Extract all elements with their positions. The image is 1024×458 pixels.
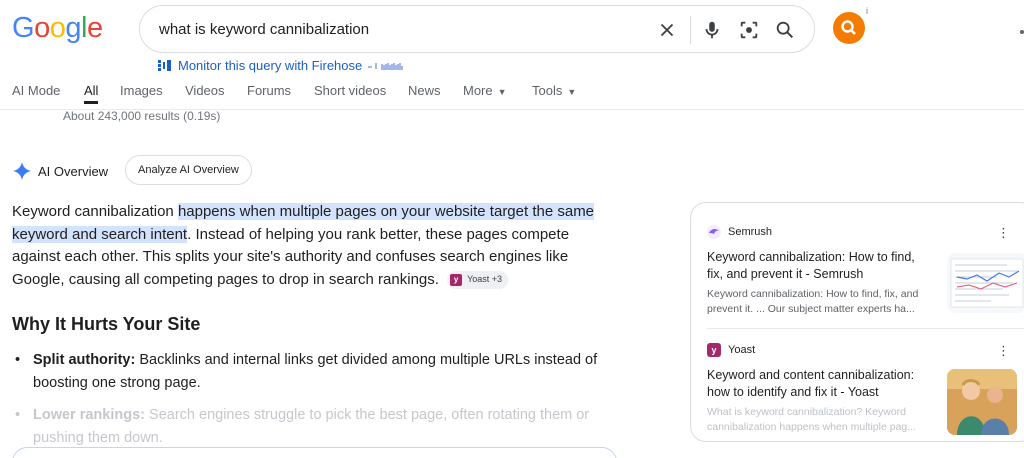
search-input[interactable]: what is keyword cannibalization (159, 21, 369, 38)
tab-images[interactable]: Images (120, 83, 163, 98)
ai-overview-paragraph: Keyword cannibalization happens when mul… (12, 201, 617, 291)
chart-thumbnail-image (950, 258, 1024, 308)
tab-news[interactable]: News (408, 83, 441, 98)
ai-overview-title: AI Overview (38, 163, 109, 179)
tab-ai-mode[interactable]: AI Mode (12, 83, 60, 98)
close-icon[interactable] (656, 19, 678, 41)
yoast-logo-icon: y (450, 273, 463, 286)
tab-more-label: More (463, 83, 493, 98)
tab-all[interactable]: All (84, 83, 98, 98)
search-tabs: AI Mode All Images Videos Forums Short v… (0, 82, 1024, 110)
search-icon (841, 20, 856, 35)
source-header: y Yoast (707, 343, 1024, 357)
firehose-link[interactable]: Monitor this query with Firehose (158, 58, 418, 73)
tab-forums[interactable]: Forums (247, 83, 291, 98)
yoast-logo-icon: y (707, 343, 721, 357)
search-divider (690, 16, 691, 44)
logo-letter: g (65, 12, 81, 44)
semrush-logo-icon (707, 225, 721, 239)
para-start: Keyword cannibalization (12, 203, 178, 220)
firehose-label: Monitor this query with Firehose (178, 58, 363, 73)
search-box[interactable]: what is keyword cannibalization (139, 5, 815, 53)
user-avatar[interactable] (833, 12, 865, 44)
caret-down-icon: ▼ (497, 87, 507, 97)
bullet-term: Lower rankings: (33, 407, 145, 423)
bullet-term: Split authority: (33, 352, 136, 368)
logo-letter: o (49, 12, 66, 44)
bullet-list: Split authority: Backlinks and internal … (12, 349, 622, 458)
more-options-icon[interactable]: ⋮ (997, 226, 1010, 239)
show-more-button[interactable] (12, 447, 617, 458)
source-chip-label: Yoast +3 (467, 274, 503, 285)
semrush-thumbnail (947, 253, 1024, 313)
source-header: Semrush (707, 225, 1024, 239)
analyze-ai-overview-button[interactable]: Analyze AI Overview (125, 155, 252, 185)
source-divider (707, 328, 1024, 329)
gemini-sparkle-icon (13, 162, 31, 180)
logo-letter: o (34, 12, 50, 44)
more-options-icon[interactable]: ⋮ (997, 344, 1010, 357)
tab-tools-label: Tools (532, 83, 563, 98)
list-item: Split authority: Backlinks and internal … (12, 349, 622, 395)
google-logo[interactable]: Google (12, 12, 103, 45)
yoast-thumbnail (947, 369, 1017, 435)
source-snippet: What is keyword cannibalization? Keyword… (707, 406, 916, 433)
source-title[interactable]: Keyword cannibalization: How to find, fi… (707, 249, 929, 283)
sources-panel: Semrush Keyword cannibalization: How to … (690, 202, 1024, 442)
ai-overview-header: AI Overview (12, 156, 108, 186)
caret-down-icon: ▼ (567, 87, 577, 97)
firehose-icon (158, 60, 171, 71)
sparkline-icon (368, 62, 403, 70)
mic-icon[interactable] (701, 19, 723, 41)
source-site-name: Yoast (728, 344, 756, 356)
source-chip[interactable]: y Yoast +3 (447, 270, 509, 289)
section-heading: Why It Hurts Your Site (12, 314, 201, 334)
search-icon[interactable] (774, 19, 796, 41)
source-site-name: Semrush (728, 226, 773, 238)
lens-icon[interactable] (738, 19, 760, 41)
list-item: Lower rankings: Search engines struggle … (12, 404, 622, 450)
logo-letter: G (12, 12, 35, 44)
source-snippet: Keyword cannibalization: How to find, fi… (707, 288, 919, 315)
tab-more[interactable]: More ▼ (463, 83, 507, 98)
logo-letter: e (86, 12, 103, 44)
apps-menu-icon[interactable] (1020, 30, 1024, 34)
people-photo-image (947, 369, 1017, 435)
info-icon[interactable]: i (866, 6, 868, 16)
tab-tools[interactable]: Tools ▼ (532, 83, 576, 98)
results-count: About 243,000 results (0.19s) (63, 109, 221, 123)
tab-videos[interactable]: Videos (185, 83, 225, 98)
source-title[interactable]: Keyword and content cannibalization: how… (707, 367, 929, 401)
tab-short-videos[interactable]: Short videos (314, 83, 386, 98)
active-tab-indicator (84, 101, 98, 104)
